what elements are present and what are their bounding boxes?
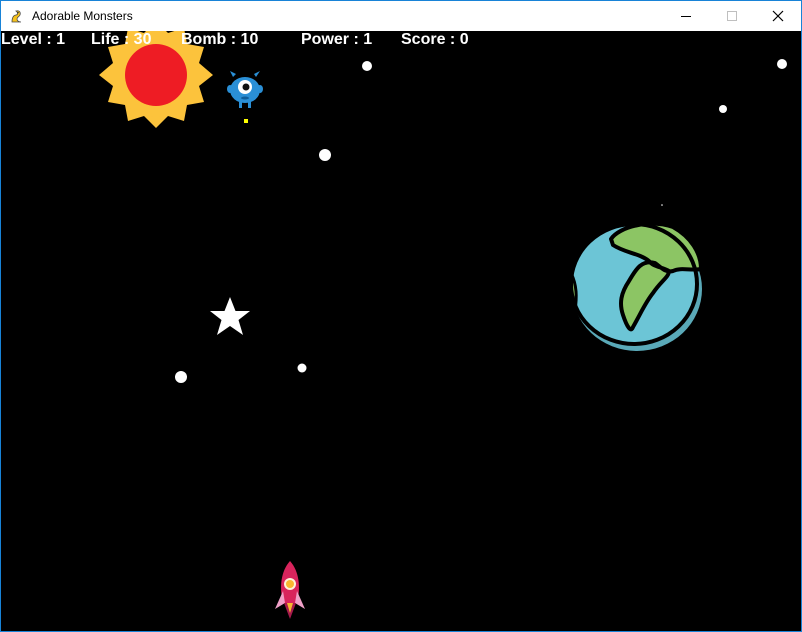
- earth-planet: [567, 221, 703, 351]
- minimize-icon: [681, 16, 691, 17]
- blue-one-eyed-monster: [227, 71, 263, 108]
- hud-score: Score : 0: [401, 31, 469, 48]
- maximize-icon: [727, 11, 737, 21]
- space-dot: [319, 149, 331, 161]
- game-window: Adorable Monsters Level: 1 Life: 30 Bo…: [0, 0, 802, 632]
- pink-rocket: [275, 561, 305, 619]
- game-scene: [99, 31, 787, 619]
- game-canvas[interactable]: Level : 1 Life : 30 Bomb : 10 Power : 1 …: [1, 31, 801, 631]
- pygame-snake-icon: [11, 10, 22, 23]
- yellow-bullet: [244, 119, 248, 123]
- minimize-button[interactable]: [663, 1, 709, 31]
- hud-power: Power : 1: [301, 31, 373, 48]
- hud-bomb: Bomb : 10: [181, 31, 259, 48]
- space-dot: [175, 371, 187, 383]
- hud-life: Life : 30: [91, 31, 152, 48]
- maximize-button[interactable]: [709, 1, 755, 31]
- hud-level: Level : 1: [1, 31, 66, 48]
- space-dot: [661, 204, 663, 206]
- space-dot: [362, 61, 372, 71]
- title-bar[interactable]: Adorable Monsters: [1, 1, 801, 31]
- sun-core: [125, 44, 187, 106]
- window-title: Adorable Monsters: [32, 9, 133, 23]
- close-button[interactable]: [755, 1, 801, 31]
- white-star: [210, 297, 250, 335]
- space-dot: [297, 363, 307, 373]
- close-icon: [772, 10, 784, 22]
- space-dot: [777, 59, 787, 69]
- space-dot: [719, 105, 727, 113]
